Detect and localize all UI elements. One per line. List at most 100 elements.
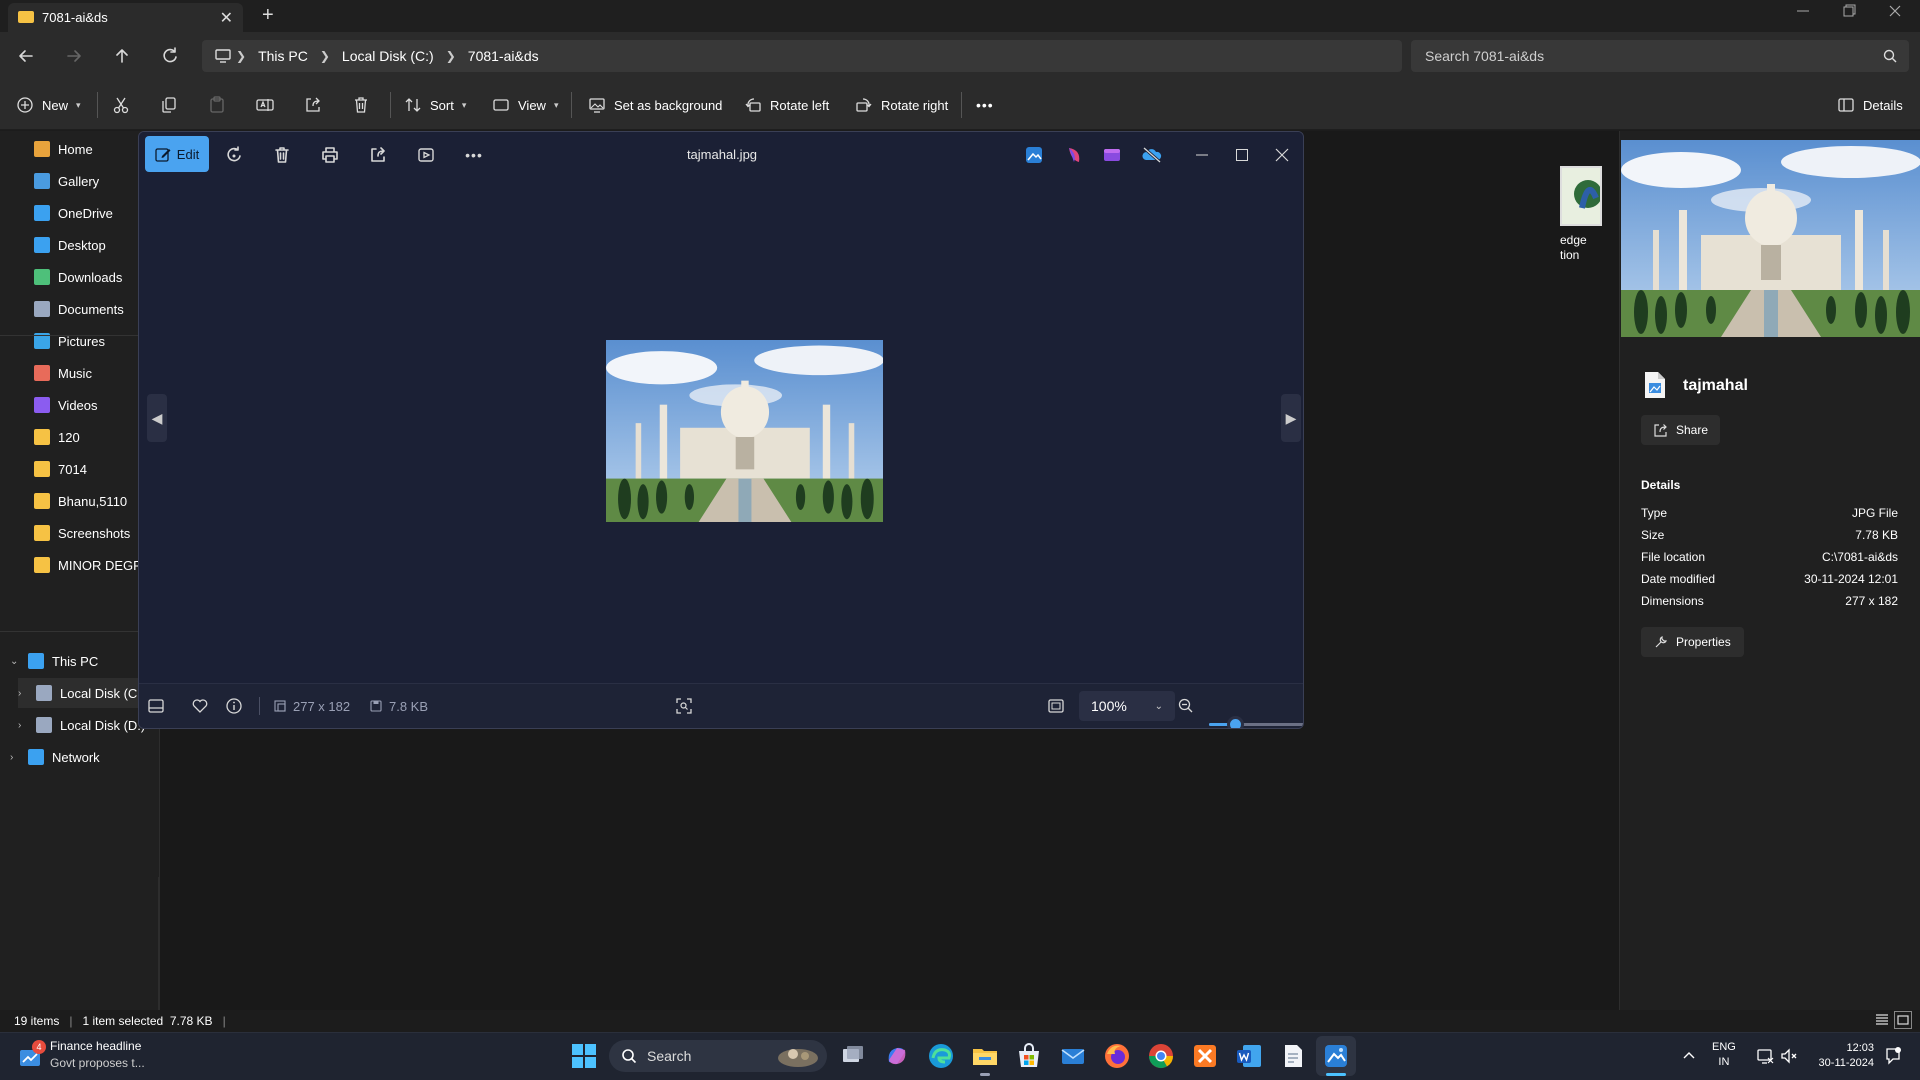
chevron-right-icon[interactable]: › (18, 208, 24, 219)
chevron-right-icon[interactable]: › (10, 752, 24, 763)
xampp-icon[interactable] (1191, 1042, 1219, 1070)
delete-icon[interactable] (352, 92, 370, 118)
firefox-icon[interactable] (1103, 1042, 1131, 1070)
minimize-icon[interactable] (1191, 144, 1213, 166)
details-toggle-button[interactable]: Details (1837, 92, 1903, 118)
forward-icon[interactable] (62, 44, 86, 68)
task-view-icon[interactable] (839, 1042, 867, 1070)
rotate-right-button[interactable]: Rotate right (855, 92, 948, 118)
sidebar-item-desktop[interactable]: Desktop (18, 230, 106, 260)
properties-button[interactable]: Properties (1641, 627, 1744, 657)
zoom-level-dropdown[interactable]: 100% ⌄ (1079, 691, 1175, 721)
address-bar[interactable]: ❯ This PC ❯ Local Disk (C:) ❯ 7081-ai&ds (202, 40, 1402, 72)
chrome-icon[interactable] (1147, 1042, 1175, 1070)
microsoft-store-icon[interactable] (1015, 1042, 1043, 1070)
search-input[interactable]: Search 7081-ai&ds (1411, 40, 1909, 72)
rotate-icon[interactable] (223, 144, 245, 166)
share-icon[interactable] (304, 92, 322, 118)
sidebar-item-gallery[interactable]: Gallery (18, 166, 99, 196)
restore-icon[interactable] (1842, 4, 1856, 18)
photos-icon[interactable] (1322, 1042, 1350, 1070)
favorite-icon[interactable] (191, 696, 209, 716)
sidebar-item-videos[interactable]: Videos (18, 390, 98, 420)
photos-app-icon[interactable] (1023, 144, 1045, 166)
zoom-out-icon[interactable] (1177, 696, 1195, 716)
taskbar-search[interactable]: Search (609, 1040, 827, 1072)
designer-icon[interactable] (1063, 144, 1085, 166)
copy-icon[interactable] (160, 92, 178, 118)
chevron-right-icon[interactable]: › (18, 720, 32, 731)
slideshow-icon[interactable] (415, 144, 437, 166)
close-window-icon[interactable] (1888, 4, 1902, 18)
previous-image-button[interactable]: ◀ (147, 394, 167, 442)
clock[interactable]: 12:03 30-11-2024 (1810, 1041, 1874, 1071)
cut-icon[interactable] (112, 92, 130, 118)
breadcrumb-local-disk-c[interactable]: Local Disk (C:) (342, 48, 434, 64)
copilot-icon[interactable] (883, 1042, 911, 1070)
network-status-icon[interactable] (1756, 1047, 1774, 1065)
sidebar-item-7014[interactable]: 7014 (18, 454, 87, 484)
language-indicator[interactable]: ENG IN (1712, 1040, 1736, 1070)
widgets-button[interactable]: 4 Finance headline Govt proposes t... (18, 1038, 145, 1072)
sidebar-item-downloads[interactable]: Downloads (18, 262, 122, 292)
set-as-background-button[interactable]: Set as background (588, 92, 722, 118)
paste-icon[interactable] (208, 92, 226, 118)
sidebar-item-music[interactable]: Music (18, 358, 92, 388)
tree-item-local-disk-d-[interactable]: › Local Disk (D:) (18, 710, 145, 740)
next-image-button[interactable]: ▶ (1281, 394, 1301, 442)
rename-icon[interactable] (256, 92, 274, 118)
tree-item-network[interactable]: › Network (10, 742, 100, 772)
sidebar-item-bhanu-5110[interactable]: Bhanu,5110 (18, 486, 127, 516)
edit-button[interactable]: Edit (145, 136, 209, 172)
print-icon[interactable] (319, 144, 341, 166)
share-icon[interactable] (367, 144, 389, 166)
back-icon[interactable] (14, 44, 38, 68)
large-icons-view-icon[interactable] (1894, 1011, 1912, 1029)
tree-item-this-pc[interactable]: ⌄ This PC (10, 646, 98, 676)
mail-icon[interactable] (1059, 1042, 1087, 1070)
breadcrumb-current-folder[interactable]: 7081-ai&ds (468, 48, 539, 64)
clipchamp-icon[interactable] (1101, 144, 1123, 166)
word-icon[interactable] (1235, 1042, 1263, 1070)
tab-current-folder[interactable]: 7081-ai&ds ✕ (8, 3, 243, 32)
notification-center-icon[interactable] (1884, 1046, 1902, 1066)
displayed-image[interactable] (606, 340, 883, 522)
filmstrip-icon[interactable] (147, 696, 165, 716)
delete-icon[interactable] (271, 144, 293, 166)
tab-close-icon[interactable]: ✕ (220, 8, 233, 28)
start-button[interactable] (570, 1042, 598, 1070)
sidebar-item-screenshots[interactable]: Screenshots (18, 518, 130, 548)
sidebar-item-pictures[interactable]: Pictures (18, 326, 105, 356)
file-thumbnail[interactable] (1560, 166, 1602, 226)
close-icon[interactable] (1271, 144, 1293, 166)
rotate-left-button[interactable]: Rotate left (744, 92, 829, 118)
maximize-icon[interactable] (1231, 144, 1253, 166)
sidebar-item-120[interactable]: 120 (18, 422, 80, 452)
breadcrumb-this-pc[interactable]: This PC (258, 48, 308, 64)
notepad-icon[interactable] (1279, 1042, 1307, 1070)
share-button[interactable]: Share (1641, 415, 1720, 445)
file-explorer-icon[interactable] (971, 1042, 999, 1070)
edge-icon[interactable] (927, 1042, 955, 1070)
new-tab-button[interactable]: + (262, 4, 274, 27)
sort-button[interactable]: Sort ▾ (404, 92, 466, 118)
visual-search-icon[interactable] (675, 696, 693, 716)
chevron-up-icon[interactable] (1682, 1048, 1696, 1062)
refresh-icon[interactable] (158, 44, 182, 68)
onedrive-sync-off-icon[interactable] (1141, 144, 1163, 166)
fit-to-window-icon[interactable] (1047, 696, 1065, 716)
more-options-button[interactable]: ••• (976, 92, 994, 118)
info-icon[interactable] (225, 696, 243, 716)
sidebar-item-documents[interactable]: Documents (18, 294, 124, 324)
chevron-down-icon[interactable]: ⌄ (10, 656, 24, 667)
minimize-icon[interactable] (1796, 4, 1810, 18)
volume-muted-icon[interactable] (1780, 1047, 1798, 1065)
sidebar-item-onedrive[interactable]: › OneDrive (18, 198, 113, 228)
new-button[interactable]: New ▾ (16, 92, 81, 118)
sidebar-item-home[interactable]: Home (18, 134, 93, 164)
more-options-icon[interactable]: ••• (463, 144, 485, 166)
chevron-right-icon[interactable]: › (18, 688, 32, 699)
view-button[interactable]: View ▾ (492, 92, 558, 118)
details-view-icon[interactable] (1874, 1012, 1890, 1028)
up-icon[interactable] (110, 44, 134, 68)
